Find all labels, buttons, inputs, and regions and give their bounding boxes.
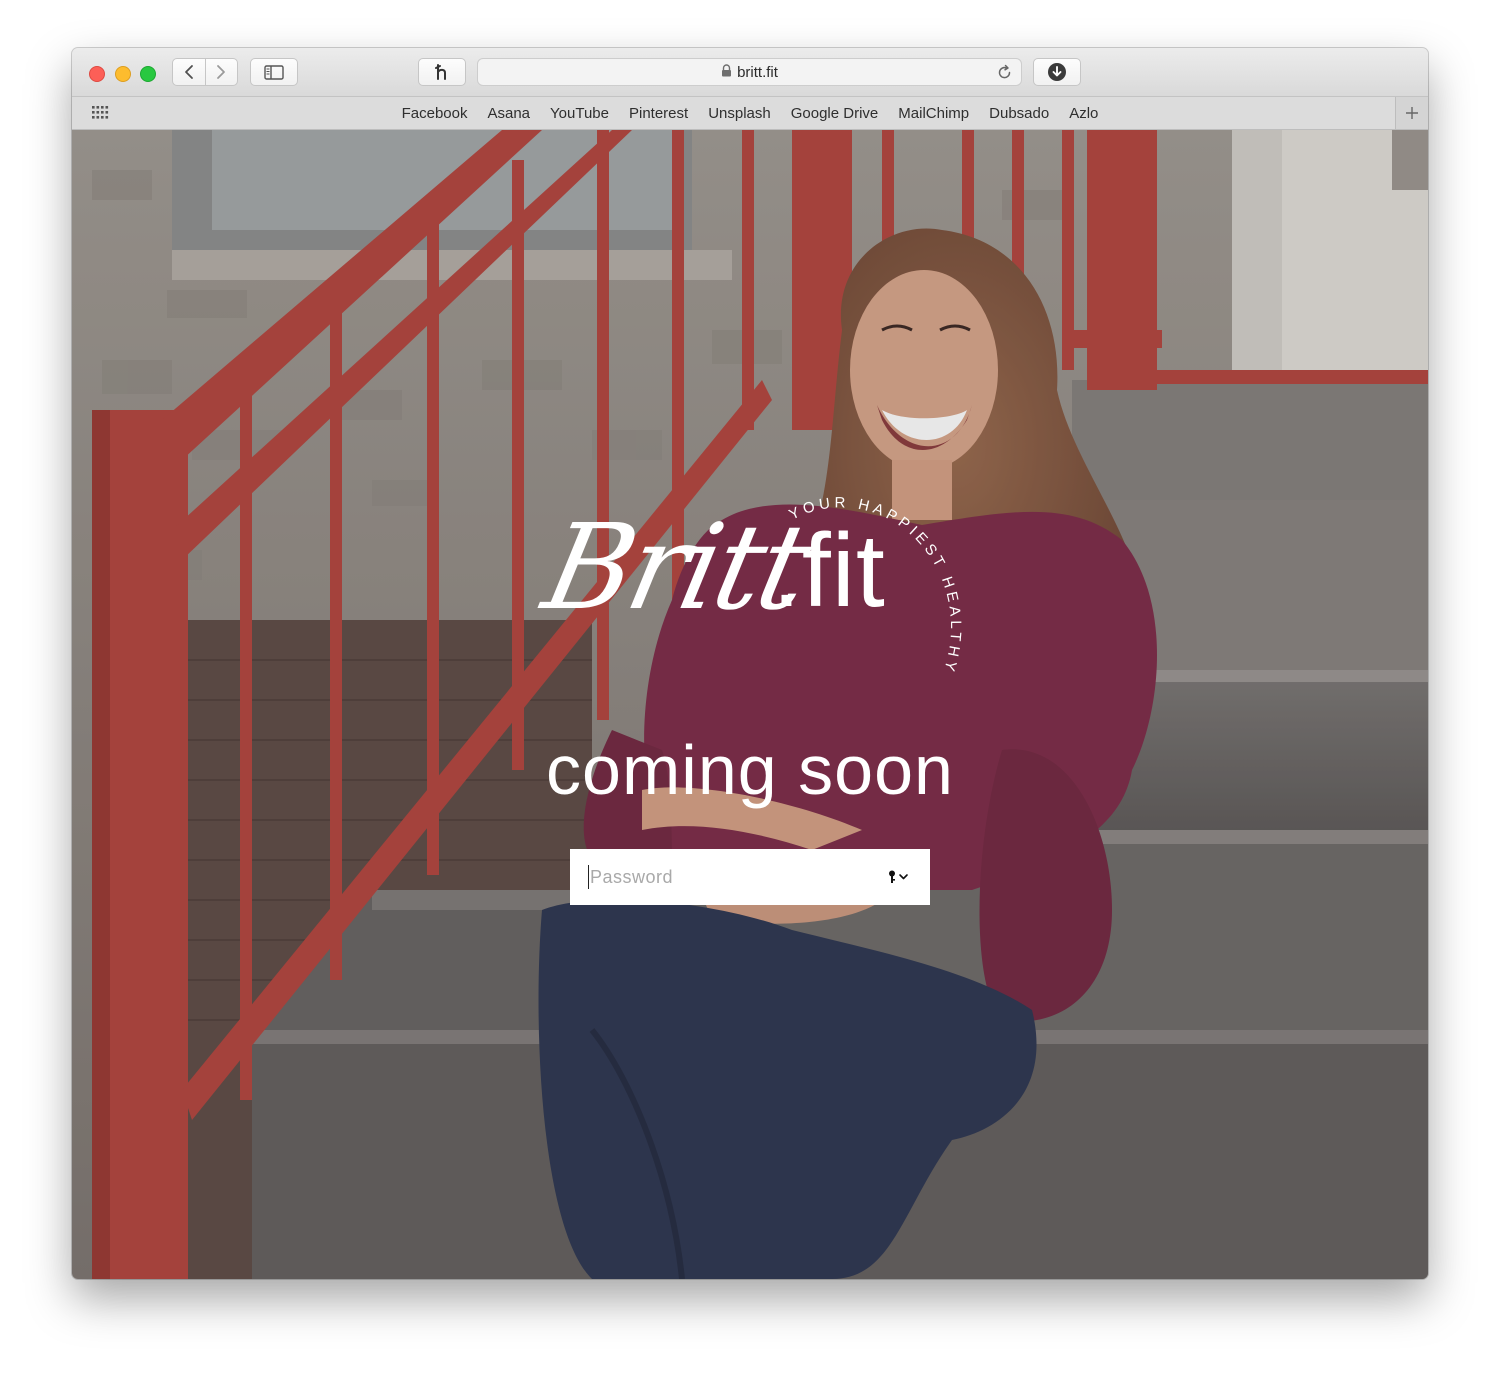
address-bar[interactable]: britt.fit <box>477 58 1022 86</box>
favorites-bar: Facebook Asana YouTube Pinterest Unsplas… <box>72 97 1428 130</box>
logo-tagline: YOUR HAPPIEST HEALTHY <box>786 494 960 676</box>
plus-icon <box>1406 107 1418 119</box>
reload-icon[interactable] <box>996 64 1013 86</box>
back-button[interactable] <box>173 59 205 85</box>
favorite-facebook[interactable]: Facebook <box>402 105 468 122</box>
zoom-window-button[interactable] <box>140 66 156 82</box>
new-tab-button[interactable] <box>1395 97 1428 129</box>
navigation-buttons <box>172 58 238 86</box>
lock-icon <box>721 63 732 81</box>
sidebar-toggle-button[interactable] <box>250 58 298 86</box>
forward-button[interactable] <box>204 59 238 85</box>
url-text: britt.fit <box>737 63 778 81</box>
favorite-pinterest[interactable]: Pinterest <box>629 105 688 122</box>
minimize-window-button[interactable] <box>115 66 131 82</box>
favorite-asana[interactable]: Asana <box>487 105 530 122</box>
page-viewport: Britt .fit YOUR HAPPIEST HEALTHY coming … <box>72 130 1428 1279</box>
address-bar-content: britt.fit <box>478 59 1021 85</box>
honey-extension-icon <box>435 64 446 80</box>
text-cursor <box>588 865 589 889</box>
svg-text:YOUR HAPPIEST HEALTHY: YOUR HAPPIEST HEALTHY <box>786 494 962 676</box>
logo-tagline-arc: YOUR HAPPIEST HEALTHY <box>786 494 962 676</box>
downloads-button[interactable] <box>1033 58 1081 86</box>
favorites-list: Facebook Asana YouTube Pinterest Unsplas… <box>72 97 1428 129</box>
password-input[interactable] <box>588 861 872 893</box>
browser-toolbar: britt.fit <box>72 48 1428 97</box>
favorite-mailchimp[interactable]: MailChimp <box>898 105 969 122</box>
favorite-dubsado[interactable]: Dubsado <box>989 105 1049 122</box>
download-icon <box>1048 63 1066 81</box>
favorite-google-drive[interactable]: Google Drive <box>791 105 879 122</box>
sidebar-icon <box>264 64 284 80</box>
favorite-azlo[interactable]: Azlo <box>1069 105 1098 122</box>
photo-dim-overlay <box>72 130 1428 1279</box>
favorite-youtube[interactable]: YouTube <box>550 105 609 122</box>
browser-window: britt.fit Facebook Asana YouTube Pintere… <box>72 48 1428 1279</box>
favorite-unsplash[interactable]: Unsplash <box>708 105 771 122</box>
password-field-container <box>570 849 930 905</box>
key-icon[interactable] <box>888 869 910 890</box>
chevron-right-icon <box>217 65 226 79</box>
close-window-button[interactable] <box>89 66 105 82</box>
chevron-left-icon <box>184 65 193 79</box>
site-logo: Britt .fit YOUR HAPPIEST HEALTHY <box>533 460 962 690</box>
honey-extension-button[interactable] <box>418 58 466 86</box>
coming-soon-headline: coming soon <box>546 731 954 809</box>
